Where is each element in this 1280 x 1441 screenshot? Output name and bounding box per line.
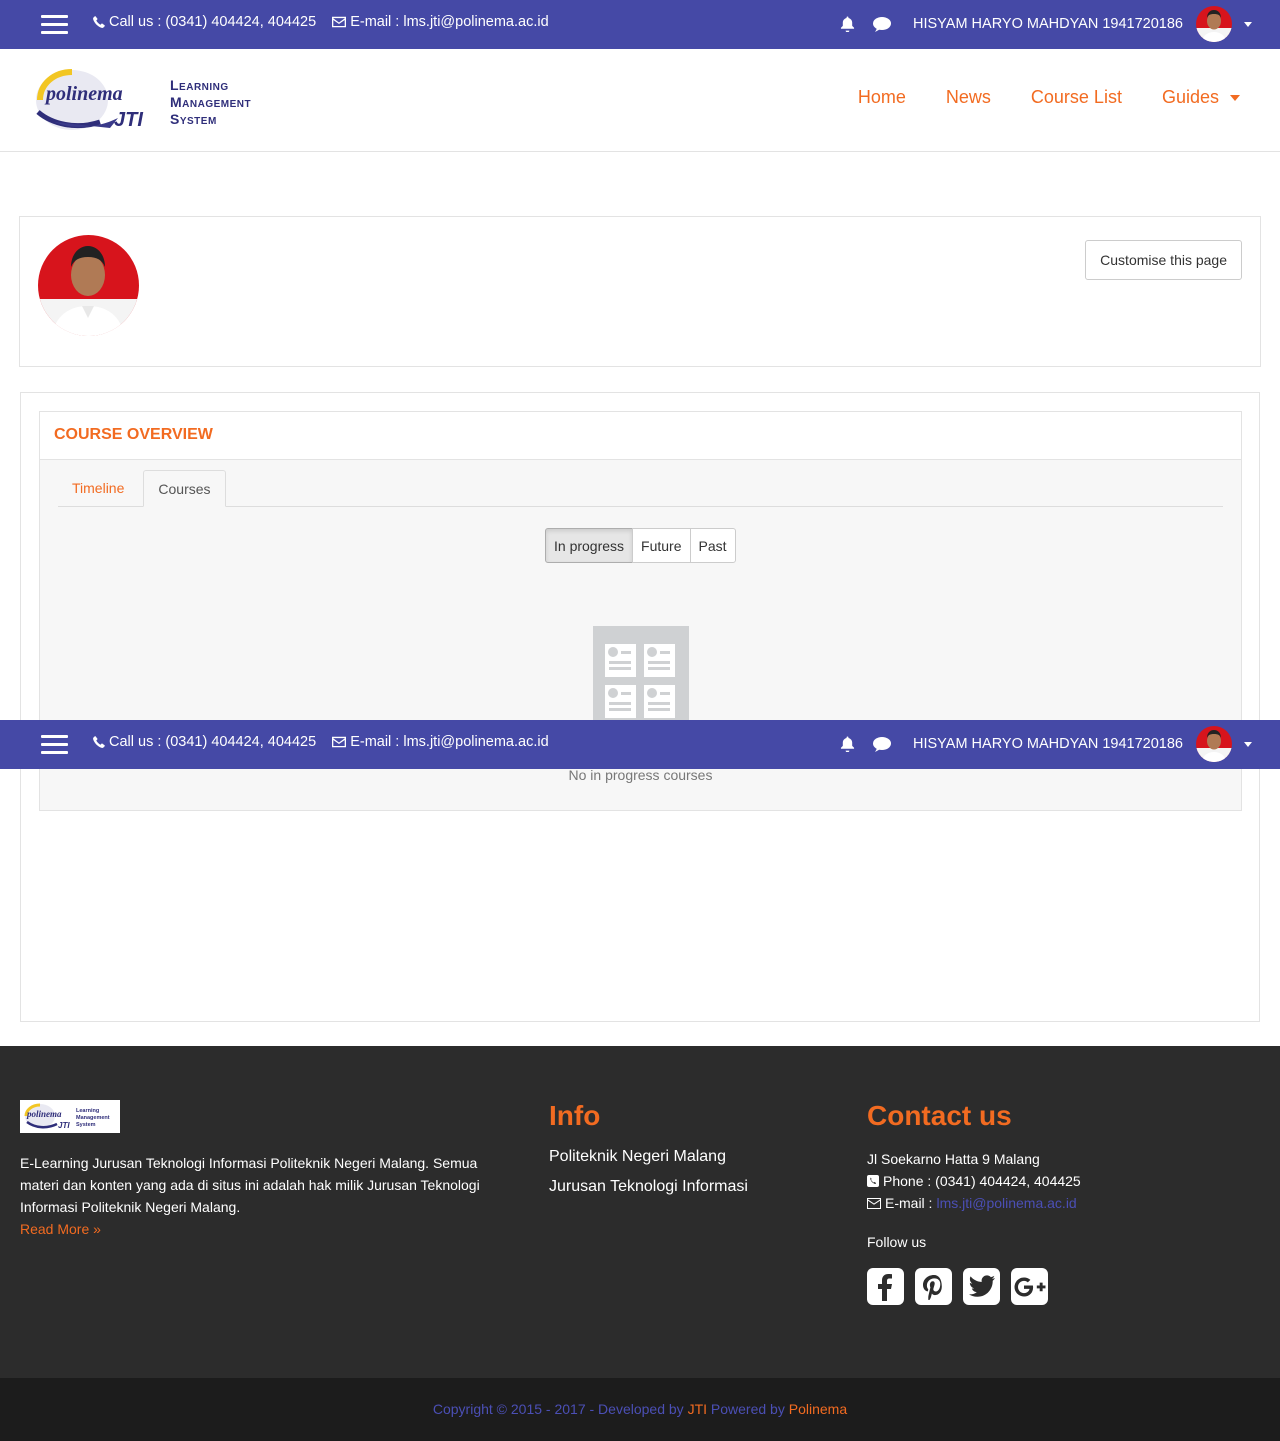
follow-us-label: Follow us	[867, 1234, 927, 1250]
hamburger-menu-icon[interactable]	[41, 735, 68, 755]
course-overview-title: COURSE OVERVIEW	[54, 426, 213, 443]
user-avatar[interactable]	[1196, 726, 1232, 762]
svg-text:System: System	[76, 1122, 96, 1128]
info-link-polinema[interactable]: Politeknik Negeri Malang	[549, 1148, 748, 1166]
contact-info: Call us : (0341) 404424, 404425 E-mail :…	[93, 734, 549, 750]
copyright-bar: Copyright © 2015 - 2017 - Developed by J…	[0, 1378, 1280, 1441]
svg-text:Learning: Learning	[76, 1108, 99, 1114]
profile-avatar[interactable]	[38, 235, 139, 336]
social-links	[867, 1268, 1247, 1305]
empty-courses-text: No in progress courses	[568, 767, 713, 783]
main-nav: Home News Course List Guides	[858, 87, 1240, 108]
course-filter-group: In progress Future Past	[545, 528, 736, 563]
svg-text:polinema: polinema	[44, 83, 123, 105]
address-text: Jl Soekarno Hatta 9 Malang	[867, 1148, 1247, 1170]
envelope-icon	[332, 16, 347, 28]
pinterest-icon[interactable]	[915, 1268, 952, 1305]
hamburger-menu-icon[interactable]	[41, 15, 68, 35]
main-region: COURSE OVERVIEW Timeline Courses In prog…	[20, 392, 1260, 1022]
phone-icon	[93, 736, 105, 748]
email-label: E-mail :	[885, 1195, 933, 1211]
email-text: E-mail : lms.jti@polinema.ac.id	[350, 14, 549, 30]
logo-text: Learning Management System	[170, 77, 251, 128]
user-avatar[interactable]	[1196, 6, 1232, 42]
svg-text:JTI: JTI	[58, 1121, 70, 1130]
site-footer: polinema JTI Learning Management System …	[0, 1046, 1280, 1378]
svg-text:polinema: polinema	[26, 1109, 62, 1119]
call-us-text: Call us : (0341) 404424, 404425	[109, 14, 317, 30]
read-more-link[interactable]: Read More »	[20, 1218, 490, 1240]
user-menu-caret-icon[interactable]	[1244, 741, 1252, 747]
contact-info: Call us : (0341) 404424, 404425 E-mail :…	[93, 14, 549, 30]
svg-text:JTI: JTI	[114, 109, 143, 131]
info-link-jti[interactable]: Jurusan Teknologi Informasi	[549, 1178, 748, 1196]
nav-course-list[interactable]: Course List	[1031, 87, 1122, 108]
svg-text:Management: Management	[76, 1115, 110, 1121]
profile-card: Customise this page	[19, 216, 1261, 367]
google-plus-icon[interactable]	[1011, 1268, 1048, 1305]
powered-by-text: Powered by	[710, 1401, 785, 1417]
empty-courses-illustration-icon	[593, 626, 689, 726]
user-name[interactable]: HISYAM HARYO MAHDYAN 1941720186	[913, 16, 1183, 32]
customise-page-button[interactable]: Customise this page	[1085, 240, 1242, 280]
footer-description: E-Learning Jurusan Teknologi Informasi P…	[20, 1155, 480, 1215]
nav-guides-label: Guides	[1161, 87, 1219, 107]
sticky-top-bar: Call us : (0341) 404424, 404425 E-mail :…	[0, 720, 1280, 769]
filter-past-button[interactable]: Past	[689, 528, 736, 563]
phone-icon	[93, 16, 105, 28]
polinema-logo-icon: polinema JTI	[36, 69, 143, 131]
jti-link[interactable]: JTI	[688, 1401, 707, 1417]
address-value: Jl Soekarno Hatta 9 Malang	[867, 1151, 1040, 1167]
messages-icon[interactable]	[872, 734, 892, 754]
messages-icon[interactable]	[872, 14, 892, 34]
logo-text-line: Learning	[170, 76, 229, 93]
footer-email-link[interactable]: lms.jti@polinema.ac.id	[936, 1192, 1076, 1214]
site-header: polinema JTI Learning Management System …	[0, 49, 1280, 152]
logo-text-line: System	[170, 110, 217, 127]
call-us-text: Call us : (0341) 404424, 404425	[109, 734, 317, 750]
course-overview-tabs: Timeline Courses	[58, 470, 1223, 507]
twitter-icon[interactable]	[963, 1268, 1000, 1305]
site-logo[interactable]: polinema JTI Learning Management System	[30, 66, 280, 138]
filter-in-progress-button[interactable]: In progress	[545, 528, 634, 563]
polinema-link[interactable]: Polinema	[789, 1401, 847, 1417]
copyright-text: Copyright © 2015 - 2017 - Developed by	[432, 1401, 684, 1417]
notification-bell-icon[interactable]	[837, 734, 857, 754]
filter-future-button[interactable]: Future	[632, 528, 691, 563]
user-menu-caret-icon[interactable]	[1244, 21, 1252, 27]
phone-value: Phone : (0341) 404424, 404425	[883, 1173, 1081, 1189]
tab-timeline[interactable]: Timeline	[58, 470, 138, 506]
nav-guides[interactable]: Guides	[1162, 87, 1240, 108]
email-line: E-mail : lms.jti@polinema.ac.id	[867, 1192, 1247, 1214]
info-heading: Info	[549, 1100, 601, 1131]
nav-home[interactable]: Home	[858, 87, 906, 108]
envelope-icon	[332, 736, 347, 748]
phone-square-icon	[867, 1175, 879, 1187]
phone-line: Phone : (0341) 404424, 404425	[867, 1170, 1247, 1192]
nav-news[interactable]: News	[946, 87, 991, 108]
envelope-icon	[867, 1197, 881, 1209]
tab-courses[interactable]: Courses	[143, 470, 226, 507]
top-bar: Call us : (0341) 404424, 404425 E-mail :…	[0, 0, 1280, 49]
user-name[interactable]: HISYAM HARYO MAHDYAN 1941720186	[913, 736, 1183, 752]
email-text: E-mail : lms.jti@polinema.ac.id	[350, 734, 549, 750]
footer-logo: polinema JTI Learning Management System	[20, 1100, 120, 1133]
logo-text-line: Management	[170, 93, 252, 110]
facebook-icon[interactable]	[867, 1268, 904, 1305]
notification-bell-icon[interactable]	[837, 14, 857, 34]
contact-heading: Contact us	[867, 1100, 1012, 1131]
chevron-down-icon	[1230, 94, 1240, 101]
